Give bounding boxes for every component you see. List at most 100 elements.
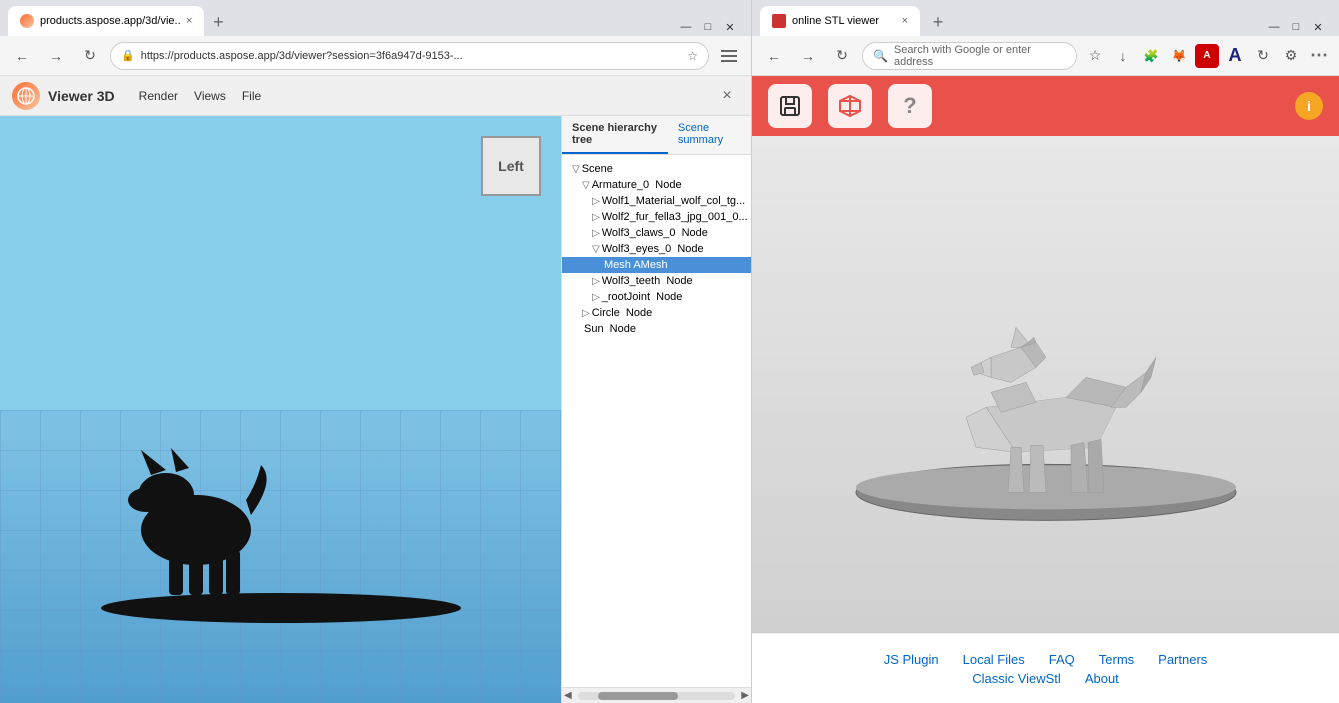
stl-app: ? i bbox=[752, 76, 1339, 703]
back-button[interactable]: ← bbox=[8, 42, 36, 70]
right-browser-window: online STL viewer × + — □ ✕ ← → ↻ 🔍 Sear… bbox=[752, 0, 1339, 703]
footer-link-faq[interactable]: FAQ bbox=[1049, 652, 1075, 667]
address-text: https://products.aspose.app/3d/viewer?se… bbox=[141, 50, 682, 62]
right-tab-favicon bbox=[772, 14, 786, 28]
arrow-icon: ▷ bbox=[592, 228, 600, 239]
right-back-button[interactable]: ← bbox=[760, 42, 788, 70]
settings-icon[interactable]: ⚙ bbox=[1279, 44, 1303, 68]
tree-wolf1[interactable]: ▷ Wolf1_Material_wolf_col_tg... bbox=[562, 193, 751, 209]
footer-link-classic[interactable]: Classic ViewStl bbox=[972, 671, 1061, 686]
tree-label-wolf3-claws: Wolf3_claws_0 Node bbox=[602, 227, 708, 239]
menu-views[interactable]: Views bbox=[194, 89, 226, 103]
menu-render[interactable]: Render bbox=[139, 89, 178, 103]
viewer-content: Left bbox=[0, 116, 751, 703]
right-tab-label: online STL viewer bbox=[792, 15, 879, 27]
left-tab-bar: products.aspose.app/3d/vie... × + — □ ✕ bbox=[0, 0, 751, 36]
right-reload-button[interactable]: ↻ bbox=[828, 42, 856, 70]
tree-wolf3-claws[interactable]: ▷ Wolf3_claws_0 Node bbox=[562, 225, 751, 241]
3d-viewport-right[interactable] bbox=[752, 136, 1339, 633]
tree-label-circle: Circle Node bbox=[592, 307, 653, 319]
extensions-icon[interactable]: 🧩 bbox=[1139, 44, 1163, 68]
viewer-titlebar: Viewer 3D Render Views File × bbox=[0, 76, 751, 116]
right-active-tab[interactable]: online STL viewer × bbox=[760, 6, 920, 36]
bookmark-manager-icon[interactable]: ☆ bbox=[1083, 44, 1107, 68]
minimize-button[interactable]: — bbox=[677, 18, 695, 36]
tree-label-wolf3-teeth: Wolf3_teeth Node bbox=[602, 275, 693, 287]
addon-icon-blue[interactable]: A bbox=[1223, 44, 1247, 68]
footer-link-about[interactable]: About bbox=[1085, 671, 1119, 686]
tree-wolf3-teeth[interactable]: ▷ Wolf3_teeth Node bbox=[562, 273, 751, 289]
firefox-icon: 🦊 bbox=[1167, 44, 1191, 68]
new-tab-button[interactable]: + bbox=[204, 8, 232, 36]
sync-icon[interactable]: ↻ bbox=[1251, 44, 1275, 68]
tree-rootjoint[interactable]: ▷ _rootJoint Node bbox=[562, 289, 751, 305]
scene-scrollbar[interactable]: ◀ ▶ bbox=[562, 687, 751, 703]
tree-label-wolf2: Wolf2_fur_fella3_jpg_001_0... bbox=[602, 211, 748, 223]
menu-button[interactable] bbox=[715, 42, 743, 70]
viewer-app: Viewer 3D Render Views File × Left bbox=[0, 76, 751, 703]
viewer-title: Viewer 3D bbox=[48, 88, 115, 104]
right-tab-close[interactable]: × bbox=[902, 15, 908, 27]
info-label: i bbox=[1307, 98, 1311, 114]
tab-scene-hierarchy[interactable]: Scene hierarchy tree bbox=[562, 116, 668, 154]
viewer-logo bbox=[12, 82, 40, 110]
tree-circle[interactable]: ▷ Circle Node bbox=[562, 305, 751, 321]
3d-box-button[interactable] bbox=[828, 84, 872, 128]
right-minimize-button[interactable]: — bbox=[1265, 18, 1283, 36]
bookmark-icon[interactable]: ☆ bbox=[687, 49, 698, 63]
tree-label-wolf3-eyes: Wolf3_eyes_0 Node bbox=[602, 243, 704, 255]
tree-label-rootjoint: _rootJoint Node bbox=[602, 291, 683, 303]
maximize-button[interactable]: □ bbox=[699, 18, 717, 36]
3d-viewport-left[interactable]: Left bbox=[0, 116, 561, 703]
reload-button[interactable]: ↻ bbox=[76, 42, 104, 70]
arrow-icon: ▷ bbox=[592, 196, 600, 207]
footer-row-1: JS Plugin Local Files FAQ Terms Partners bbox=[884, 652, 1208, 667]
scrollbar-thumb[interactable] bbox=[598, 692, 678, 700]
scrollbar-track[interactable] bbox=[578, 692, 736, 700]
address-bar-right[interactable]: 🔍 Search with Google or enter address bbox=[862, 42, 1077, 70]
scene-tree: ▽ Scene ▽ Armature_0 Node ▷ Wolf1_Materi… bbox=[562, 155, 751, 687]
tree-sun[interactable]: Sun Node bbox=[562, 321, 751, 337]
menu-file[interactable]: File bbox=[242, 89, 261, 103]
tree-armature[interactable]: ▽ Armature_0 Node bbox=[562, 177, 751, 193]
left-active-tab[interactable]: products.aspose.app/3d/vie... × bbox=[8, 6, 204, 36]
tree-wolf2[interactable]: ▷ Wolf2_fur_fella3_jpg_001_0... bbox=[562, 209, 751, 225]
right-maximize-button[interactable]: □ bbox=[1287, 18, 1305, 36]
arrow-icon: ▽ bbox=[582, 180, 590, 191]
address-bar-left[interactable]: 🔒 https://products.aspose.app/3d/viewer?… bbox=[110, 42, 709, 70]
right-forward-button[interactable]: → bbox=[794, 42, 822, 70]
tab-scene-summary[interactable]: Scene summary bbox=[668, 116, 751, 154]
arrow-icon: ▽ bbox=[592, 244, 600, 255]
lock-icon: 🔒 bbox=[121, 49, 135, 62]
new-tab-button-right[interactable]: + bbox=[924, 8, 952, 36]
viewer-menus: Render Views File bbox=[139, 89, 262, 103]
right-nav-bar: ← → ↻ 🔍 Search with Google or enter addr… bbox=[752, 36, 1339, 76]
footer-link-local-files[interactable]: Local Files bbox=[963, 652, 1025, 667]
arrow-icon: ▷ bbox=[592, 276, 600, 287]
right-close-button[interactable]: ✕ bbox=[1309, 18, 1327, 36]
close-window-button[interactable]: ✕ bbox=[721, 18, 739, 36]
tree-label-armature: Armature_0 Node bbox=[592, 179, 682, 191]
footer-link-partners[interactable]: Partners bbox=[1158, 652, 1207, 667]
tree-wolf3-eyes[interactable]: ▽ Wolf3_eyes_0 Node bbox=[562, 241, 751, 257]
footer-link-js-plugin[interactable]: JS Plugin bbox=[884, 652, 939, 667]
forward-button[interactable]: → bbox=[42, 42, 70, 70]
left-tab-close[interactable]: × bbox=[186, 15, 192, 27]
scene-tabs: Scene hierarchy tree Scene summary bbox=[562, 116, 751, 155]
info-badge[interactable]: i bbox=[1295, 92, 1323, 120]
tree-scene[interactable]: ▽ Scene bbox=[562, 161, 751, 177]
download-icon[interactable]: ↓ bbox=[1111, 44, 1135, 68]
viewer-close-button[interactable]: × bbox=[715, 84, 739, 108]
left-browser-window: products.aspose.app/3d/vie... × + — □ ✕ … bbox=[0, 0, 752, 703]
wolf-3d-model-left bbox=[101, 420, 461, 623]
stl-toolbar: ? i bbox=[752, 76, 1339, 136]
arrow-icon: ▷ bbox=[592, 212, 600, 223]
right-tab-bar: online STL viewer × + — □ ✕ bbox=[752, 0, 1339, 36]
navigation-cube[interactable]: Left bbox=[481, 136, 541, 196]
tree-mesh-amesh[interactable]: Mesh AMesh bbox=[562, 257, 751, 273]
save-stl-button[interactable] bbox=[768, 84, 812, 128]
footer-link-terms[interactable]: Terms bbox=[1099, 652, 1134, 667]
overflow-icon[interactable]: ⋯ bbox=[1307, 44, 1331, 68]
addon-icon-red[interactable]: A bbox=[1195, 44, 1219, 68]
help-button[interactable]: ? bbox=[888, 84, 932, 128]
